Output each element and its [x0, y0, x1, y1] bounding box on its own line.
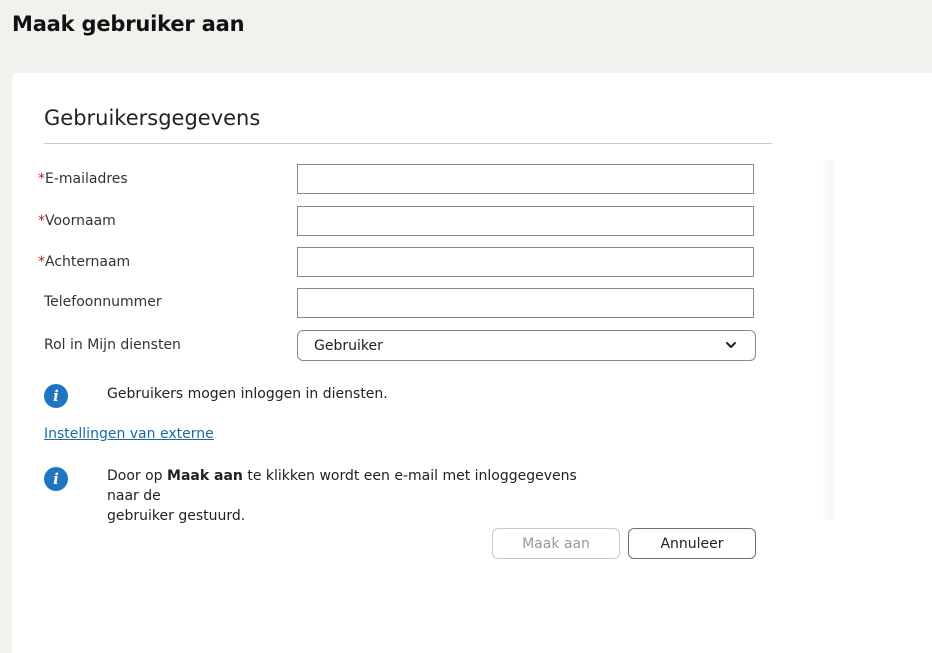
role-select-value: Gebruiker	[314, 338, 383, 354]
last-name-field[interactable]	[297, 247, 754, 277]
create-button[interactable]: Maak aan	[492, 528, 620, 559]
email-label: *E-mailadres	[38, 171, 128, 187]
create-info-line2: gebruiker gestuurd.	[107, 508, 246, 524]
section-title: Gebruikersgegevens	[44, 106, 261, 130]
required-marker: *	[38, 254, 45, 270]
role-select[interactable]: Gebruiker	[297, 330, 756, 361]
phone-field[interactable]	[297, 288, 754, 318]
first-name-field[interactable]	[297, 206, 754, 236]
last-name-label: *Achternaam	[38, 254, 130, 270]
card-shadow	[820, 160, 834, 520]
last-name-label-text: Achternaam	[45, 254, 131, 270]
email-label-text: E-mailadres	[45, 171, 128, 187]
email-field[interactable]	[297, 164, 754, 194]
section-divider	[44, 143, 772, 144]
required-marker: *	[38, 213, 45, 229]
role-info-text: Gebruikers mogen inloggen in diensten.	[107, 386, 388, 402]
create-info-bold: Maak aan	[167, 468, 243, 484]
form-card	[12, 73, 932, 653]
role-label: Rol in Mijn diensten	[44, 337, 181, 353]
cancel-button[interactable]: Annuleer	[628, 528, 756, 559]
info-icon: i	[44, 467, 68, 491]
info-icon: i	[44, 384, 68, 408]
first-name-label: *Voornaam	[38, 213, 116, 229]
phone-label: Telefoonnummer	[44, 294, 162, 310]
required-marker: *	[38, 171, 45, 187]
external-settings-link[interactable]: Instellingen van externe	[44, 426, 214, 442]
first-name-label-text: Voornaam	[45, 213, 116, 229]
chevron-down-icon	[726, 342, 736, 348]
create-info-prefix: Door op	[107, 468, 168, 484]
page-title: Maak gebruiker aan	[12, 12, 245, 36]
create-info-text: Door op Maak aan te klikken wordt een e-…	[107, 466, 607, 526]
